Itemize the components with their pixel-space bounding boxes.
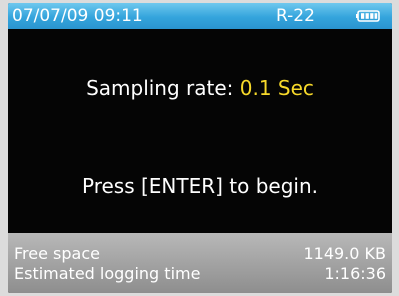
display-screen: 07/07/09 09:11 R-22 Sampling rate: 0.1 S…: [8, 3, 392, 293]
start-prompt: Press [ENTER] to begin.: [81, 174, 319, 198]
sampling-rate-value: 0.1 Sec: [239, 76, 314, 100]
sampling-rate-line: Sampling rate: 0.1 Sec: [8, 75, 392, 101]
main-panel: Sampling rate: 0.1 Sec Press [ENTER] to …: [8, 29, 392, 233]
free-space-value: 1149.0 KB: [303, 244, 386, 263]
logging-time-value: 1:16:36: [324, 264, 386, 283]
logging-time-label: Estimated logging time: [14, 264, 201, 283]
sampling-rate-label: Sampling rate:: [86, 76, 234, 100]
device-frame: 07/07/09 09:11 R-22 Sampling rate: 0.1 S…: [0, 0, 399, 296]
info-footer: Free space 1149.0 KB Estimated logging t…: [8, 233, 392, 293]
free-space-row: Free space 1149.0 KB: [14, 243, 386, 265]
logging-time-row: Estimated logging time 1:16:36: [14, 263, 386, 285]
datetime-label: 07/07/09 09:11: [12, 6, 143, 26]
free-space-label: Free space: [14, 244, 100, 263]
status-bar: 07/07/09 09:11 R-22: [8, 3, 392, 29]
model-label: R-22: [276, 6, 315, 26]
battery-icon: [356, 10, 380, 22]
